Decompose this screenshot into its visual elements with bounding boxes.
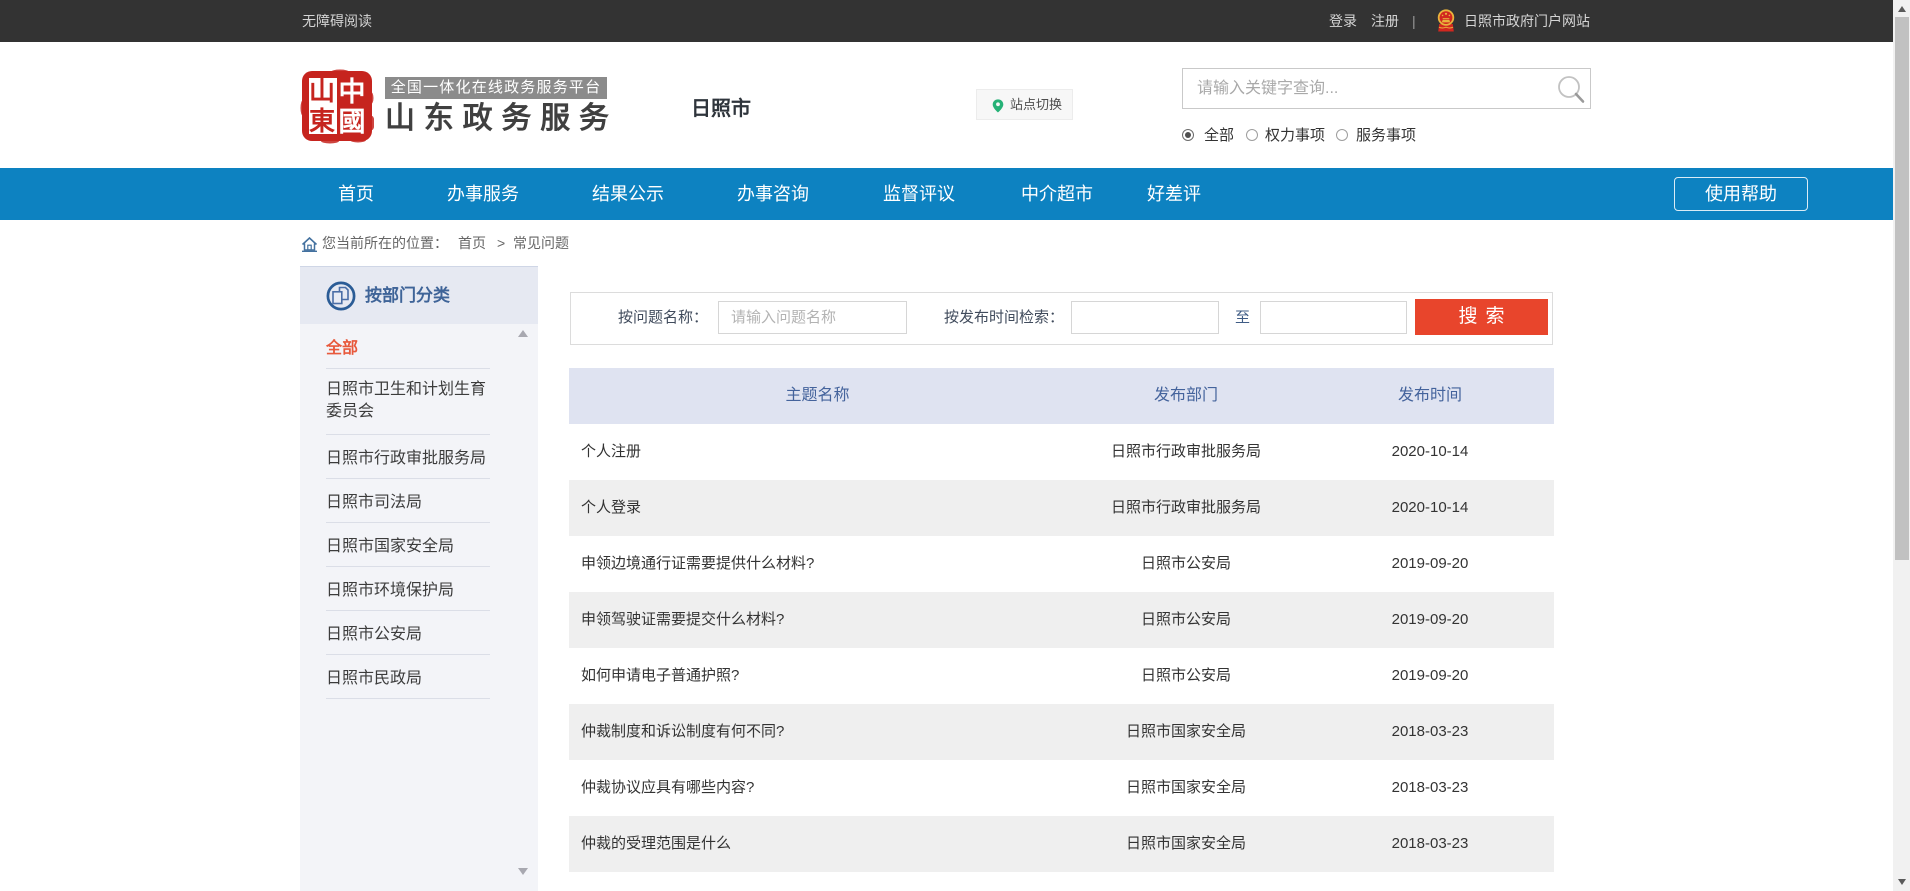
svg-text:中: 中 <box>339 77 366 107</box>
svg-text:國: 國 <box>339 107 366 137</box>
svg-text:東: 東 <box>309 107 335 136</box>
svg-text:山: 山 <box>309 77 335 106</box>
